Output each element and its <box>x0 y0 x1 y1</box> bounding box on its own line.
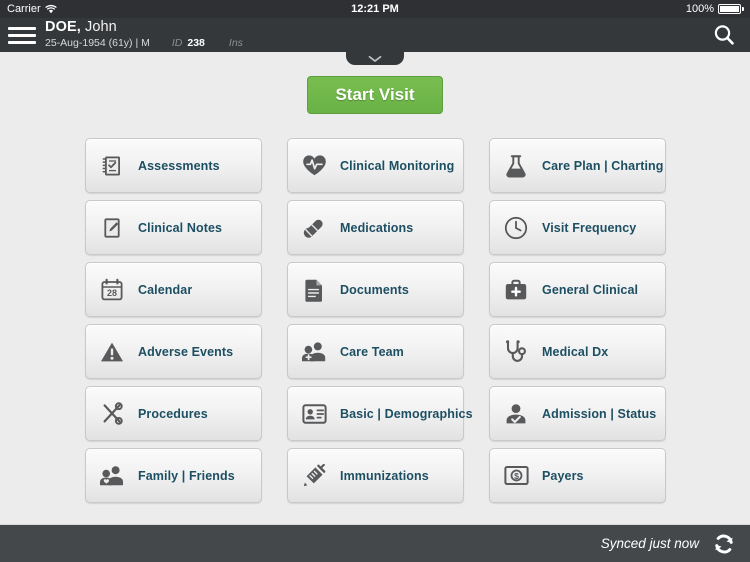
patient-id-value: 238 <box>187 37 205 49</box>
patient-first-name: John <box>80 19 117 35</box>
tile-label: Basic | Demographics <box>340 406 473 421</box>
tile-label: Calendar <box>138 282 193 297</box>
tile-label: Documents <box>340 282 409 297</box>
calendar-day-number: 28 <box>107 288 117 298</box>
tile-admission-status[interactable]: Admission | Status <box>489 386 666 441</box>
header-pulldown-tab[interactable] <box>346 52 404 65</box>
hamburger-menu-icon[interactable] <box>8 24 36 46</box>
tile-label: Medical Dx <box>542 344 609 359</box>
dollar-bill-icon: $ <box>503 463 529 489</box>
tile-care-plan-charting[interactable]: Care Plan | Charting <box>489 138 666 193</box>
warning-triangle-icon <box>99 339 125 365</box>
patient-insurance-label: Ins <box>228 37 243 49</box>
pills-capsule-icon <box>301 215 327 241</box>
tile-label: Visit Frequency <box>542 220 637 235</box>
tile-label: Care Team <box>340 344 404 359</box>
people-heart-icon <box>99 463 125 489</box>
flask-icon <box>503 153 529 179</box>
tile-label: Adverse Events <box>138 344 234 359</box>
stethoscope-icon <box>503 339 529 365</box>
start-visit-button[interactable]: Start Visit <box>307 76 443 114</box>
patient-header: DOE, John 25-Aug-1954 (61y) | M ID 238 Ins <box>0 18 750 52</box>
tile-medications[interactable]: Medications <box>287 200 464 255</box>
patient-meta: 25-Aug-1954 (61y) | M ID 238 Ins <box>45 37 243 49</box>
sync-status-bar: Synced just now <box>0 525 750 562</box>
people-add-icon <box>301 339 327 365</box>
syringe-icon <box>301 463 327 489</box>
tile-payers[interactable]: $ Payers <box>489 448 666 503</box>
tile-family-friends[interactable]: Family | Friends <box>85 448 262 503</box>
ios-status-bar: Carrier 12:21 PM 100% <box>0 0 750 18</box>
tile-label: Clinical Notes <box>138 220 223 235</box>
person-check-icon <box>503 401 529 427</box>
clipboard-check-icon <box>99 153 125 179</box>
tile-medical-dx[interactable]: Medical Dx <box>489 324 666 379</box>
tile-documents[interactable]: Documents <box>287 262 464 317</box>
tile-label: General Clinical <box>542 282 639 297</box>
battery-full-icon <box>718 4 744 14</box>
sync-refresh-icon[interactable] <box>712 532 736 556</box>
clock-icon <box>503 215 529 241</box>
sync-status-text: Synced just now <box>600 536 699 551</box>
tile-immunizations[interactable]: Immunizations <box>287 448 464 503</box>
tile-label: Immunizations <box>340 468 429 483</box>
heart-pulse-icon <box>301 153 327 179</box>
patient-name: DOE, John <box>45 19 117 35</box>
tile-label: Family | Friends <box>138 468 235 483</box>
tile-clinical-monitoring[interactable]: Clinical Monitoring <box>287 138 464 193</box>
note-pencil-icon <box>99 215 125 241</box>
tile-label: Care Plan | Charting <box>542 158 664 173</box>
tile-label: Assessments <box>138 158 220 173</box>
tile-clinical-notes[interactable]: Clinical Notes <box>85 200 262 255</box>
chevron-down-icon <box>368 55 382 63</box>
patient-last-name: DOE, <box>45 19 81 35</box>
tile-calendar[interactable]: 28 Calendar <box>85 262 262 317</box>
document-icon <box>301 277 327 303</box>
tile-label: Payers <box>542 468 584 483</box>
medical-bag-icon <box>503 277 529 303</box>
calendar-28-icon: 28 <box>99 277 125 303</box>
status-bar-clock: 12:21 PM <box>351 3 399 15</box>
tile-procedures[interactable]: Procedures <box>85 386 262 441</box>
svg-text:$: $ <box>514 471 519 481</box>
scissors-icon <box>99 401 125 427</box>
start-visit-area: Start Visit <box>0 76 750 114</box>
tile-label: Procedures <box>138 406 208 421</box>
tile-label: Admission | Status <box>542 406 657 421</box>
tile-assessments[interactable]: Assessments <box>85 138 262 193</box>
battery-percent-label: 100% <box>685 3 714 15</box>
patient-dob-sex: 25-Aug-1954 (61y) | M <box>45 37 150 49</box>
tile-visit-frequency[interactable]: Visit Frequency <box>489 200 666 255</box>
tile-label: Clinical Monitoring <box>340 158 455 173</box>
status-bar-right: 100% <box>686 0 744 18</box>
tile-adverse-events[interactable]: Adverse Events <box>85 324 262 379</box>
module-tile-grid: Assessments Clinical Monitoring Care Pla… <box>85 138 666 503</box>
tile-basic-demographics[interactable]: Basic | Demographics <box>287 386 473 441</box>
search-icon[interactable] <box>710 21 738 49</box>
patient-id-label: ID <box>171 37 183 49</box>
id-card-icon <box>301 401 327 427</box>
tile-label: Medications <box>340 220 414 235</box>
app-root: Carrier 12:21 PM 100% DOE, John 25-Aug-1… <box>0 0 750 562</box>
tile-general-clinical[interactable]: General Clinical <box>489 262 666 317</box>
tile-care-team[interactable]: Care Team <box>287 324 464 379</box>
